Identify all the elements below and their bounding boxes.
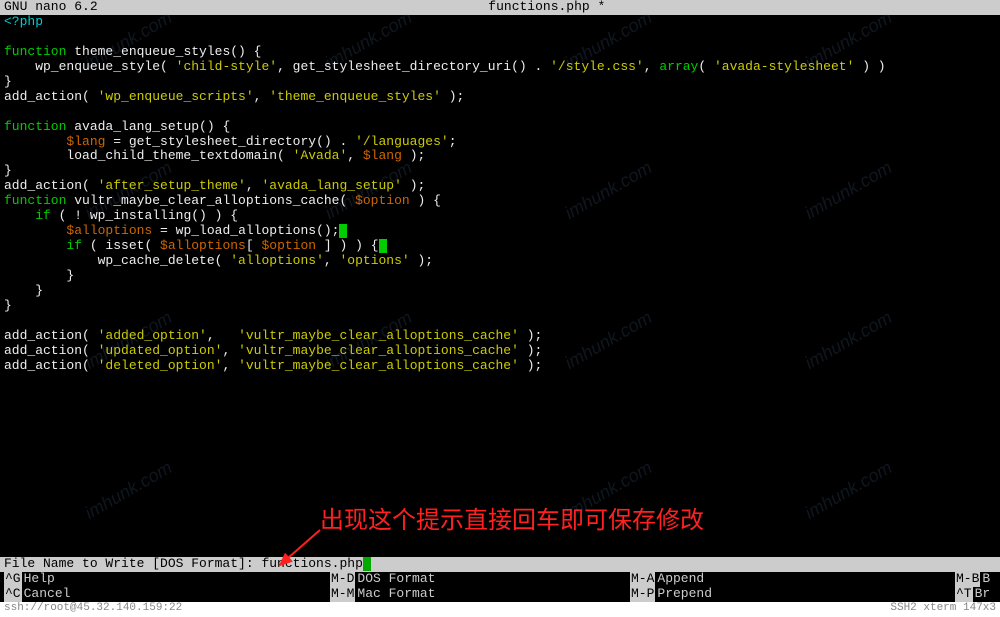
code-line: <?php bbox=[4, 15, 996, 30]
code-line: } bbox=[4, 299, 996, 314]
help-key: ^T bbox=[955, 587, 973, 602]
code-line: add_action( 'added_option', 'vultr_maybe… bbox=[4, 329, 996, 344]
statusbar: ssh://root@45.32.140.159:22 SSH2 xterm 1… bbox=[0, 602, 1000, 617]
code-line: } bbox=[4, 284, 996, 299]
status-right: SSH2 xterm 147x3 bbox=[890, 602, 996, 617]
help-label: Help bbox=[24, 572, 55, 587]
help-label: B bbox=[982, 572, 990, 587]
code-line: add_action( 'after_setup_theme', 'avada_… bbox=[4, 179, 996, 194]
help-label: Prepend bbox=[657, 587, 712, 602]
code-line bbox=[4, 30, 996, 45]
prompt-label: File Name to Write [DOS Format]: bbox=[4, 556, 261, 571]
code-line: } bbox=[4, 75, 996, 90]
prompt-value: functions.php bbox=[261, 556, 362, 571]
help-item: M-DDOS Format bbox=[330, 572, 630, 587]
help-label: Cancel bbox=[24, 587, 71, 602]
filename-prompt[interactable]: File Name to Write [DOS Format]: functio… bbox=[0, 557, 1000, 572]
help-label: DOS Format bbox=[357, 572, 435, 587]
code-line: wp_enqueue_style( 'child-style', get_sty… bbox=[4, 60, 996, 75]
watermark: imhunk.com bbox=[81, 457, 175, 523]
help-item: M-BB bbox=[955, 572, 1000, 587]
help-key: M-D bbox=[330, 572, 355, 587]
code-line: } bbox=[4, 269, 996, 284]
help-item: ^CCancel bbox=[0, 587, 330, 602]
help-item: ^GHelp bbox=[0, 572, 330, 587]
help-item: M-PPrepend bbox=[630, 587, 955, 602]
code-line: function vultr_maybe_clear_alloptions_ca… bbox=[4, 194, 996, 209]
code-line: $lang = get_stylesheet_directory() . '/l… bbox=[4, 135, 996, 150]
code-line: $alloptions = wp_load_alloptions(); bbox=[4, 224, 996, 239]
help-key: M-A bbox=[630, 572, 655, 587]
help-key: ^G bbox=[4, 572, 22, 587]
help-item: ^TBr bbox=[955, 587, 1000, 602]
code-line bbox=[4, 314, 996, 329]
prompt-cursor bbox=[363, 557, 371, 571]
editor-area[interactable]: <?php function theme_enqueue_styles() { … bbox=[0, 15, 1000, 374]
help-bar: ^GHelpM-DDOS FormatM-AAppendM-BB^CCancel… bbox=[0, 572, 1000, 602]
titlebar: GNU nano 6.2 functions.php * bbox=[0, 0, 1000, 15]
watermark: imhunk.com bbox=[801, 457, 895, 523]
ssh-address: ssh://root@45.32.140.159:22 bbox=[4, 602, 182, 617]
help-item: M-MMac Format bbox=[330, 587, 630, 602]
help-label: Mac Format bbox=[357, 587, 435, 602]
code-line: function theme_enqueue_styles() { bbox=[4, 45, 996, 60]
filename: functions.php * bbox=[488, 0, 605, 15]
help-key: M-B bbox=[955, 572, 980, 587]
help-label: Br bbox=[975, 587, 991, 602]
help-key: M-P bbox=[630, 587, 655, 602]
code-line: add_action( 'deleted_option', 'vultr_may… bbox=[4, 359, 996, 374]
help-item: M-AAppend bbox=[630, 572, 955, 587]
help-key: ^C bbox=[4, 587, 22, 602]
annotation-text: 出现这个提示直接回车即可保存修改 bbox=[320, 507, 704, 535]
code-line: add_action( 'updated_option', 'vultr_may… bbox=[4, 344, 996, 359]
code-line: } bbox=[4, 164, 996, 179]
help-key: M-M bbox=[330, 587, 355, 602]
code-line bbox=[4, 105, 996, 120]
code-line: add_action( 'wp_enqueue_scripts', 'theme… bbox=[4, 90, 996, 105]
help-label: Append bbox=[657, 572, 704, 587]
app-name: GNU nano 6.2 bbox=[4, 0, 98, 15]
code-line: function avada_lang_setup() { bbox=[4, 120, 996, 135]
code-line: wp_cache_delete( 'alloptions', 'options'… bbox=[4, 254, 996, 269]
code-line: load_child_theme_textdomain( 'Avada', $l… bbox=[4, 149, 996, 164]
code-line: if ( ! wp_installing() ) { bbox=[4, 209, 996, 224]
code-line: if ( isset( $alloptions[ $option ] ) ) { bbox=[4, 239, 996, 254]
